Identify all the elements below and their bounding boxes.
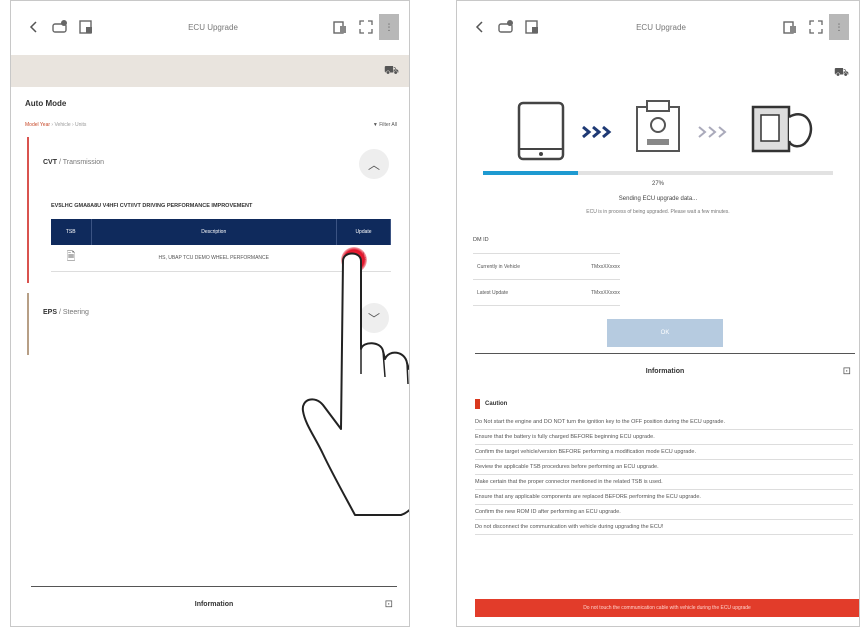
document-button[interactable]: [73, 14, 99, 40]
ecu-upgrade-progress-screen: ECU Upgrade ⋮ ⛟ 27% Sending ECU upgrade …: [456, 0, 860, 627]
document-button[interactable]: [519, 14, 545, 40]
ok-button[interactable]: OK: [607, 319, 723, 347]
document-icon: [525, 20, 538, 34]
arrows-active-icon: [582, 125, 612, 139]
fullscreen-button[interactable]: [803, 14, 829, 40]
progress-fill: [483, 171, 578, 175]
copy-icon: [333, 21, 346, 34]
document-icon[interactable]: 🗎: [67, 251, 76, 263]
caution-item: Do not disconnect the communication with…: [475, 520, 853, 535]
car-icon[interactable]: ⛟: [834, 65, 849, 81]
vci-device-icon: [636, 100, 680, 152]
information-bar[interactable]: Information ⊡: [31, 586, 397, 622]
menu-button[interactable]: ⋮: [829, 14, 849, 40]
screen-title: ECU Upgrade: [636, 22, 686, 32]
caution-item: Ensure that any applicable components ar…: [475, 490, 853, 505]
col-description: Description: [91, 219, 337, 245]
warning-icon: [475, 399, 480, 409]
back-button[interactable]: [467, 14, 493, 40]
information-label: Information: [194, 601, 234, 608]
col-update: Update: [336, 219, 391, 245]
copy-button[interactable]: [327, 14, 353, 40]
program-title: EV5LHC GMA8A8U V4HFI CVT/IVT DRIVING PER…: [51, 203, 253, 209]
dm-id-label: DM ID: [473, 237, 489, 243]
copy-icon: [783, 21, 796, 34]
tsb-document-cell[interactable]: 🗎: [51, 245, 91, 272]
car-gear-icon: [52, 20, 67, 33]
caution-title: Caution: [485, 401, 508, 407]
caution-item: Confirm the target vehicle/version BEFOR…: [475, 445, 853, 460]
upgrade-flow-diagram: [517, 100, 813, 161]
fullscreen-icon: [809, 20, 823, 34]
top-toolbar: ECU Upgrade ⋮: [457, 1, 859, 53]
version-value: TMxxXXxxxx: [591, 253, 620, 280]
version-label: Latest Update: [473, 279, 591, 306]
warning-banner: Do not touch the communication cable wit…: [475, 599, 859, 617]
cvt-name: CVT: [43, 159, 57, 166]
fullscreen-button[interactable]: [353, 14, 379, 40]
car-icon[interactable]: ⛟: [384, 63, 399, 79]
arrows-pending-icon: [698, 126, 727, 138]
version-table: Currently in Vehicle TMxxXXxxxx Latest U…: [473, 253, 620, 306]
menu-icon: ⋮: [834, 21, 844, 32]
caution-item: Review the applicable TSB procedures bef…: [475, 460, 853, 475]
pointing-hand-icon: [301, 252, 409, 516]
collapse-cvt-button[interactable]: ︿: [359, 149, 389, 179]
fullscreen-icon: [359, 20, 373, 34]
eps-subtitle: / Steering: [58, 309, 89, 316]
vehicle-settings-button[interactable]: [47, 14, 73, 40]
status-text: Sending ECU upgrade data...: [618, 196, 698, 202]
table-row: Currently in Vehicle TMxxXXxxxx: [473, 253, 620, 280]
breadcrumb: Model Year › Vehicle › Units: [25, 122, 86, 128]
copy-button[interactable]: [777, 14, 803, 40]
ecu-upgrade-list-screen: ECU Upgrade ⋮ ⛟ Auto Mode Model Year › V…: [10, 0, 410, 627]
chevron-left-icon: [29, 21, 37, 33]
upgrade-progress-bar: [483, 171, 833, 175]
mode-title: Auto Mode: [25, 99, 67, 108]
caution-item: Ensure that the battery is fully charged…: [475, 430, 853, 445]
document-icon: [79, 20, 92, 34]
col-tsb: TSB: [51, 219, 92, 245]
eps-name: EPS: [43, 309, 58, 316]
caution-section: Caution Do Not start the engine and DO N…: [475, 399, 853, 535]
expand-icon[interactable]: ⊡: [385, 599, 393, 610]
information-bar[interactable]: Information ⊡: [475, 353, 855, 389]
back-button[interactable]: [21, 14, 47, 40]
version-value: TMxxXXxxxx: [591, 279, 620, 306]
progress-percent: 27%: [651, 181, 664, 187]
breadcrumb-model-year[interactable]: Model Year: [25, 122, 50, 128]
caution-item: Do Not start the engine and DO NOT turn …: [475, 415, 853, 430]
cvt-header[interactable]: CVT / Transmission: [43, 159, 104, 166]
caution-header: Caution: [475, 399, 853, 409]
vehicle-settings-button[interactable]: [493, 14, 519, 40]
table-row: Latest Update TMxxXXxxxx: [473, 279, 620, 306]
chevron-left-icon: [475, 21, 483, 33]
vehicle-bar: ⛟: [11, 55, 409, 87]
menu-button[interactable]: ⋮: [379, 14, 399, 40]
information-label: Information: [645, 368, 685, 375]
table-header-row: TSB Description Update: [51, 219, 391, 245]
top-toolbar: ECU Upgrade ⋮: [11, 1, 409, 53]
cvt-subtitle: / Transmission: [58, 159, 105, 166]
screen-title: ECU Upgrade: [188, 22, 238, 32]
breadcrumb-rest[interactable]: › Vehicle › Units: [51, 122, 86, 128]
tablet-icon: [517, 101, 565, 161]
eps-header[interactable]: EPS / Steering: [43, 309, 89, 316]
car-gear-icon: [498, 20, 513, 33]
version-label: Currently in Vehicle: [473, 253, 591, 280]
filter-link[interactable]: ▼ Filter All: [373, 122, 397, 128]
caution-item: Confirm the new ROM ID after performing …: [475, 505, 853, 520]
description-cell: HS, UBAP TCU DEMO WHEEL PERFORMANCE: [91, 245, 337, 272]
chevron-up-icon: ︿: [367, 157, 380, 172]
expand-icon[interactable]: ⊡: [843, 366, 851, 377]
ecu-module-icon: [751, 105, 813, 153]
status-subtext: ECU is in process of being upgraded. Ple…: [586, 209, 730, 215]
caution-item: Make certain that the proper connector m…: [475, 475, 853, 490]
menu-icon: ⋮: [384, 21, 394, 32]
